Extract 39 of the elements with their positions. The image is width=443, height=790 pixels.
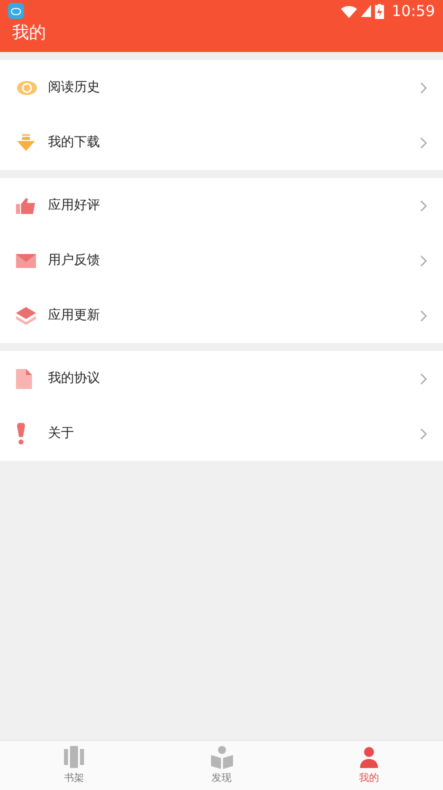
menu-item[interactable]: 应用好评 bbox=[0, 178, 443, 233]
menu-item-label: 我的协议 bbox=[48, 370, 101, 388]
menu-item-label: 我的下载 bbox=[48, 134, 101, 152]
menu-item-label: 用户反馈 bbox=[48, 252, 101, 270]
layers-icon bbox=[16, 306, 36, 324]
nav-tab[interactable]: 发现 bbox=[148, 741, 296, 790]
menu-item[interactable]: 阅读历史 bbox=[0, 60, 443, 115]
chevron-right-icon bbox=[420, 200, 427, 212]
books-icon bbox=[62, 745, 86, 769]
nav-tab[interactable]: 书架 bbox=[0, 741, 148, 790]
chevron-right-icon bbox=[420, 82, 427, 94]
envelope-icon bbox=[16, 254, 36, 268]
document-icon bbox=[16, 368, 32, 388]
reader-icon bbox=[210, 745, 234, 769]
menu-item[interactable]: 用户反馈 bbox=[0, 233, 443, 288]
chevron-right-icon bbox=[420, 310, 427, 322]
menu-item-label: 关于 bbox=[48, 424, 75, 443]
exclamation-icon bbox=[16, 422, 26, 444]
chevron-right-icon bbox=[420, 372, 427, 384]
menu-item-label: 应用更新 bbox=[48, 306, 101, 325]
page-title: 我的 bbox=[11, 22, 47, 44]
menu-item-label: 阅读历史 bbox=[48, 78, 101, 97]
menu-item[interactable]: 我的下载 bbox=[0, 115, 443, 170]
app-icon bbox=[8, 3, 24, 19]
menu-item-label: 应用好评 bbox=[48, 196, 101, 215]
chevron-right-icon bbox=[420, 254, 427, 266]
battery-icon bbox=[374, 4, 384, 18]
chevron-right-icon bbox=[420, 136, 427, 148]
status-time: 10:59 bbox=[392, 0, 435, 22]
chevron-right-icon bbox=[420, 428, 427, 440]
wifi-icon bbox=[340, 4, 357, 18]
eye-icon bbox=[16, 80, 38, 96]
menu-item[interactable]: 应用更新 bbox=[0, 288, 443, 343]
nav-tab[interactable]: 我的 bbox=[295, 741, 443, 790]
menu-item[interactable]: 关于 bbox=[0, 406, 443, 461]
thumbs-up-icon bbox=[16, 198, 36, 214]
download-icon bbox=[16, 134, 36, 152]
signal-icon bbox=[360, 5, 371, 17]
menu-item[interactable]: 我的协议 bbox=[0, 351, 443, 406]
